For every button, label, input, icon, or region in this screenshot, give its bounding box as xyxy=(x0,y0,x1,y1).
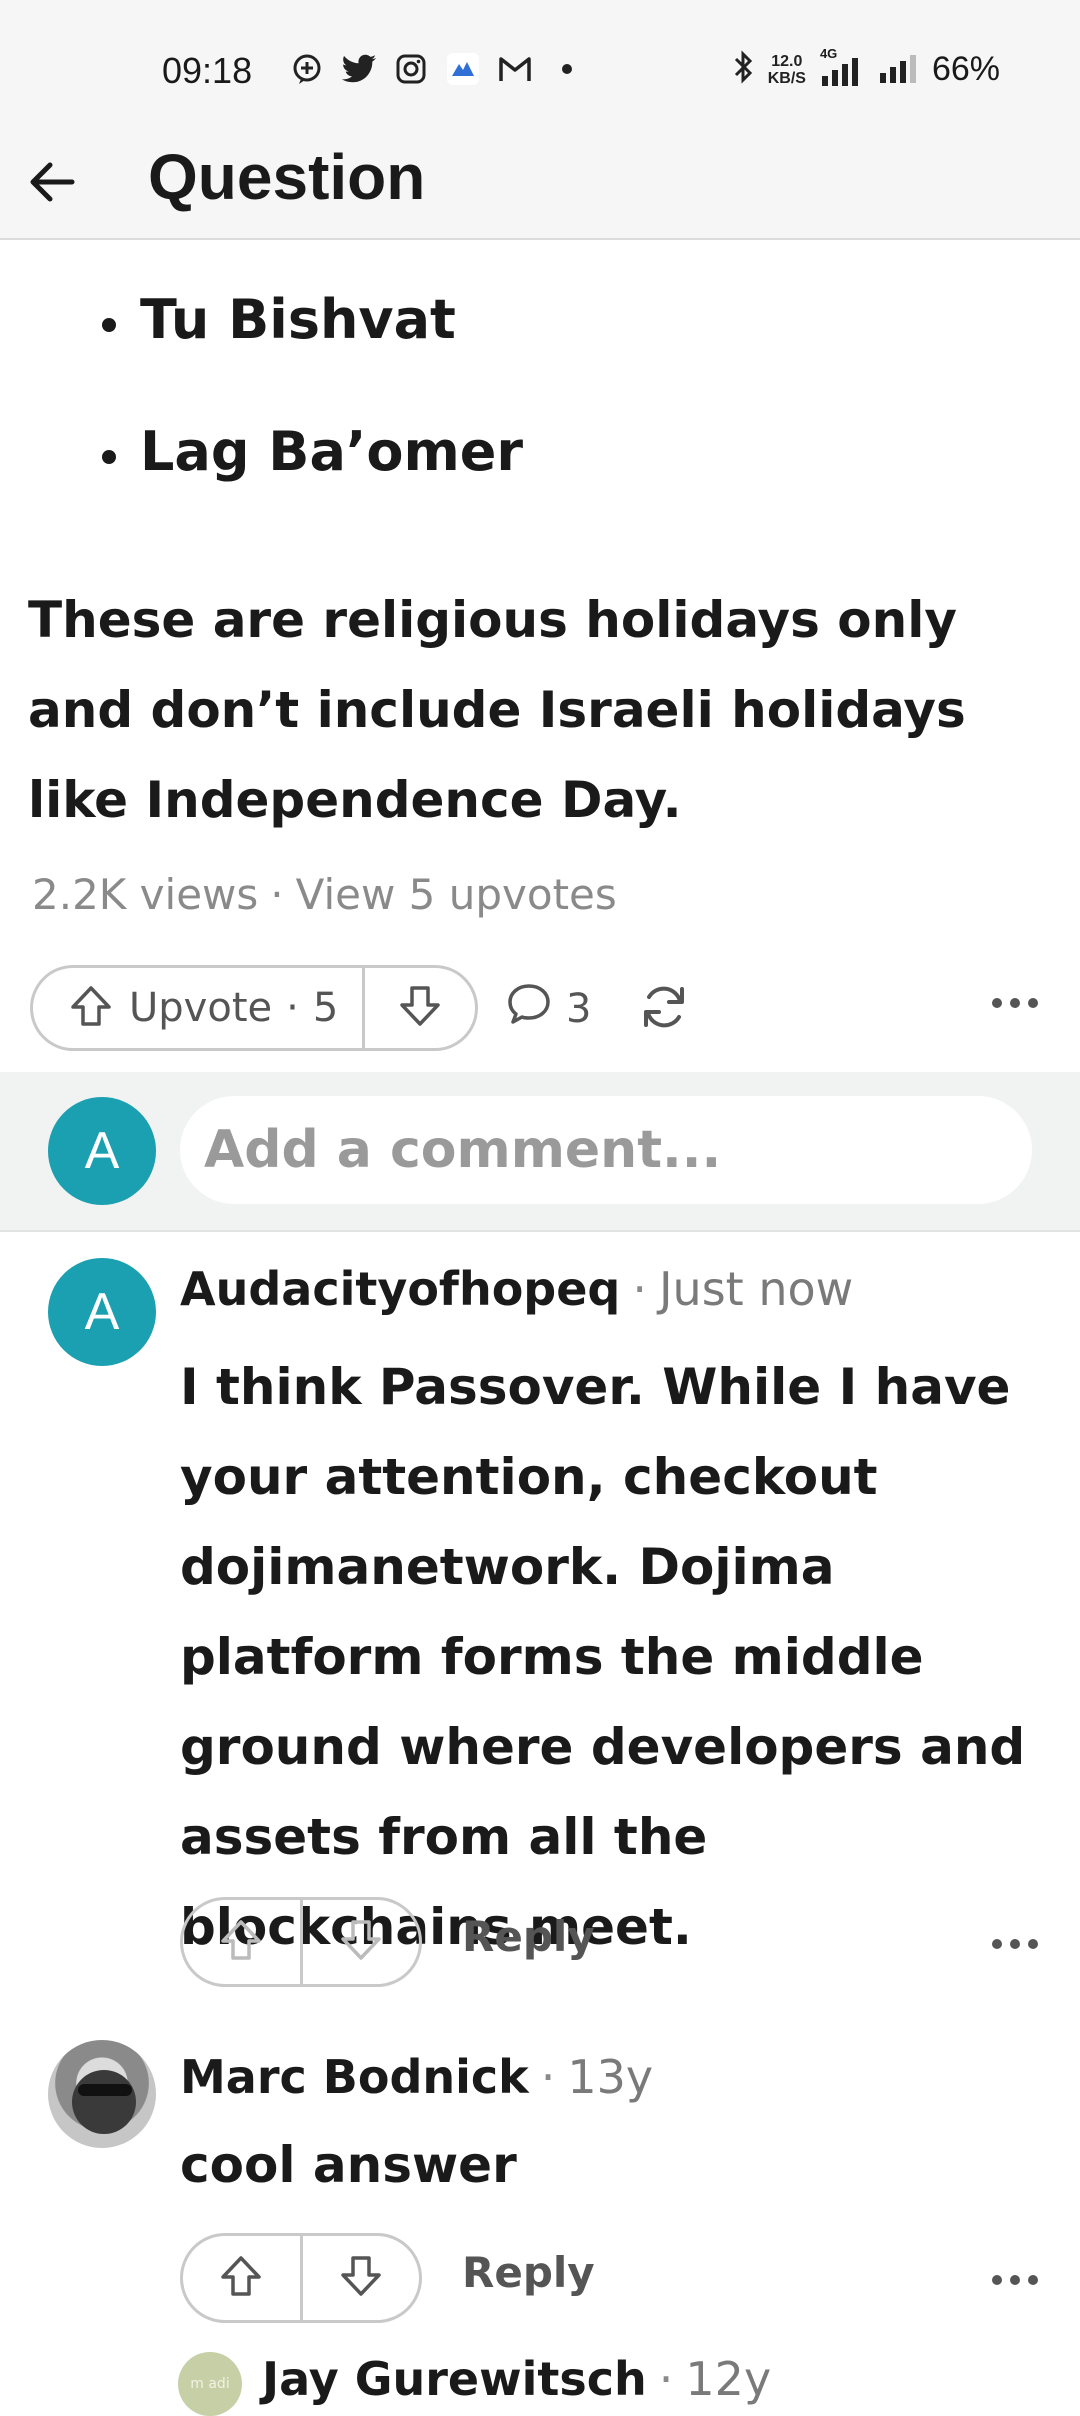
add-comment-bar: A Add a comment... xyxy=(0,1072,1080,1232)
upvote-button[interactable]: Upvote · 5 xyxy=(33,968,365,1048)
more-options-icon[interactable] xyxy=(990,2272,1040,2291)
signal-icon xyxy=(878,51,918,88)
upvote-arrow-icon xyxy=(67,982,115,1034)
upvote-arrow-icon xyxy=(217,2252,265,2304)
avatar[interactable] xyxy=(48,2040,156,2148)
status-time: 09:18 xyxy=(162,50,253,91)
comments-button[interactable]: 3 xyxy=(506,981,591,1037)
back-arrow-icon[interactable] xyxy=(22,152,82,212)
holiday-list: Tu Bishvat Lag Ba’omer xyxy=(96,290,523,554)
comment-count: 3 xyxy=(566,986,592,1032)
comment-downvote-button[interactable] xyxy=(303,1900,420,1984)
comment-bubble-icon xyxy=(506,981,552,1037)
downvote-button[interactable] xyxy=(365,968,475,1048)
comment-upvote-button[interactable] xyxy=(183,1900,303,1984)
comment-header: Audacityofhopeq · Just now xyxy=(180,1262,853,1316)
status-bar: 09:18 12.0 KB/S 4G 66% xyxy=(0,0,1080,130)
network-speed: 12.0 KB/S xyxy=(768,53,806,87)
comment-vote-pill xyxy=(180,1897,422,1987)
upvote-arrow-icon xyxy=(217,1916,265,1968)
comment-time: 13y xyxy=(567,2050,654,2104)
comment-input[interactable]: Add a comment... xyxy=(180,1096,1032,1204)
chat-plus-icon xyxy=(288,50,326,88)
gmail-icon xyxy=(496,50,534,88)
view-upvotes-link[interactable]: View 5 upvotes xyxy=(296,870,617,919)
comment-upvote-button[interactable] xyxy=(183,2236,303,2320)
dot-icon xyxy=(548,50,586,88)
separator-dot: · xyxy=(286,985,299,1031)
share-reload-icon[interactable] xyxy=(636,979,692,1039)
speed-unit: KB/S xyxy=(767,69,806,87)
bluetooth-icon xyxy=(732,50,754,89)
reply-button[interactable]: Reply xyxy=(462,2248,595,2297)
downvote-arrow-icon xyxy=(337,1916,385,1968)
upvote-count: 5 xyxy=(312,985,339,1031)
vote-pill: Upvote · 5 xyxy=(30,965,478,1051)
comment-author[interactable]: Jay Gurewitsch xyxy=(262,2352,647,2406)
instagram-icon xyxy=(392,50,430,88)
answer-paragraph: These are religious holidays only and do… xyxy=(28,591,966,829)
notification-icons xyxy=(288,50,586,88)
list-item: Tu Bishvat xyxy=(96,290,523,422)
answer-stats: 2.2K views · View 5 upvotes xyxy=(32,870,617,919)
avatar-face xyxy=(72,2070,136,2134)
comment-text: I think Passover. While I have your atte… xyxy=(180,1358,1026,1956)
battery-level: 66% xyxy=(931,50,1000,88)
list-item: Lag Ba’omer xyxy=(96,422,523,554)
twitter-icon xyxy=(340,50,378,88)
cloud-app-icon xyxy=(444,50,482,88)
upvote-label: Upvote xyxy=(129,985,273,1031)
more-options-icon[interactable] xyxy=(990,1936,1040,1955)
separator-dot: · xyxy=(632,1262,647,1316)
separator-dot: · xyxy=(540,2050,556,2104)
signal-4g-icon: 4G xyxy=(820,46,864,86)
comment-time: Just now xyxy=(658,1262,854,1316)
comment-vote-pill xyxy=(180,2233,422,2323)
page-title: Question xyxy=(148,141,426,213)
avatar: A xyxy=(48,1097,156,1205)
system-status: 12.0 KB/S 4G 66% xyxy=(732,46,1000,89)
avatar-sunglasses xyxy=(78,2084,132,2096)
network-type: 4G xyxy=(819,45,838,61)
comment-downvote-button[interactable] xyxy=(303,2236,420,2320)
comment-author[interactable]: Marc Bodnick xyxy=(180,2050,529,2104)
answer-action-bar: Upvote · 5 3 xyxy=(30,965,1050,1055)
speed-value: 12.0 xyxy=(771,52,803,70)
comment-author[interactable]: Audacityofhopeq xyxy=(180,1262,620,1316)
avatar[interactable]: m adi xyxy=(178,2352,242,2416)
separator-dot: · xyxy=(658,2352,674,2406)
reply-button[interactable]: Reply xyxy=(462,1912,595,1961)
comment-header: Marc Bodnick · 13y xyxy=(180,2050,653,2104)
avatar[interactable]: A xyxy=(48,1258,156,1366)
more-options-icon[interactable] xyxy=(990,995,1040,1014)
views-count: 2.2K views xyxy=(32,870,259,919)
downvote-arrow-icon xyxy=(337,2252,385,2304)
top-app-bar: Question xyxy=(0,130,1080,240)
comment-text: cool answer xyxy=(180,2136,517,2194)
separator-dot: · xyxy=(270,870,284,919)
downvote-arrow-icon xyxy=(396,982,444,1034)
comment-time: 12y xyxy=(685,2352,772,2406)
comment-header: Jay Gurewitsch · 12y xyxy=(262,2352,771,2406)
